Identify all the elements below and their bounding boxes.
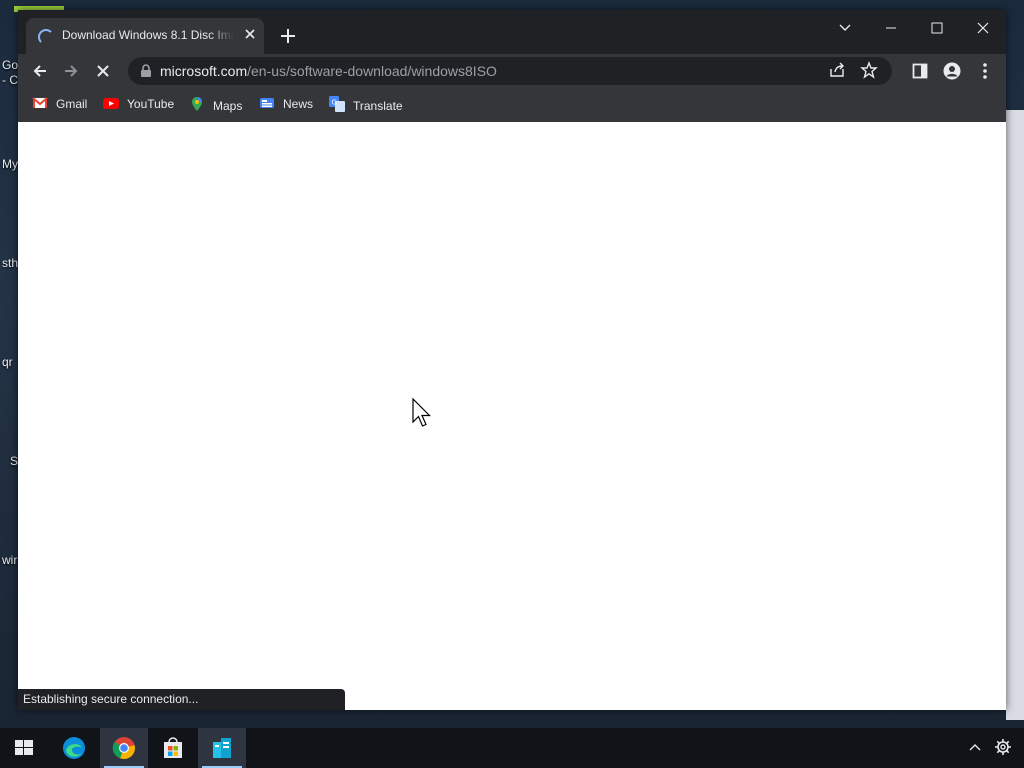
chevron-down-icon[interactable] — [825, 14, 865, 42]
bookmark-label: Gmail — [56, 97, 88, 111]
bookmark-youtube[interactable]: YouTube — [103, 96, 174, 114]
desktop-label[interactable]: - C — [2, 73, 18, 87]
side-panel-icon[interactable] — [908, 59, 932, 83]
desktop-label[interactable]: Go — [2, 58, 18, 72]
bookmark-translate[interactable]: G Translate — [329, 96, 403, 114]
maps-icon — [189, 96, 205, 111]
bookmark-label: Translate — [353, 99, 403, 113]
store-icon[interactable] — [149, 728, 197, 768]
kebab-menu-icon[interactable] — [973, 59, 997, 83]
bookmark-gmail[interactable]: Gmail — [32, 96, 87, 114]
minimize-icon[interactable] — [871, 14, 911, 42]
browser-toolbar: microsoft.com/en-us/software-download/wi… — [18, 54, 1006, 88]
edge-icon[interactable] — [50, 728, 98, 768]
profile-icon[interactable] — [940, 59, 964, 83]
desktop-label[interactable]: wir — [2, 553, 17, 567]
tab-title: Download Windows 8.1 Disc Image (ISO Fil… — [62, 28, 234, 42]
status-bubble: Establishing secure connection... — [18, 689, 345, 710]
browser-window: Download Windows 8.1 Disc Image (ISO Fil… — [18, 10, 1006, 710]
app-icon[interactable] — [198, 728, 246, 768]
chrome-icon[interactable] — [100, 728, 148, 768]
plus-icon[interactable] — [276, 24, 300, 48]
translate-icon: G — [329, 96, 345, 112]
bookmark-maps[interactable]: Maps — [189, 96, 242, 114]
back-arrow-icon[interactable] — [28, 59, 52, 83]
taskbar — [0, 728, 1024, 768]
bookmark-label: Maps — [213, 99, 243, 113]
desktop-label[interactable]: qr — [2, 355, 13, 369]
url-host: microsoft.com — [160, 63, 248, 79]
background-window-edge — [1006, 110, 1024, 720]
desktop-label[interactable]: sth — [2, 256, 18, 270]
url-path: /en-us/software-download/windows8ISO — [247, 63, 497, 79]
mouse-cursor-icon — [412, 397, 432, 435]
bookmark-label: YouTube — [127, 97, 175, 111]
share-icon[interactable] — [828, 61, 848, 81]
youtube-icon — [103, 96, 119, 110]
settings-icon[interactable] — [990, 728, 1016, 768]
gmail-icon — [32, 96, 48, 110]
lock-icon[interactable] — [140, 64, 152, 83]
loading-spinner-icon — [38, 29, 54, 45]
start-icon[interactable] — [0, 728, 48, 768]
bookmarks-bar: Gmail YouTube Maps News G Translate — [18, 88, 1006, 123]
address-bar[interactable]: microsoft.com/en-us/software-download/wi… — [128, 57, 892, 85]
browser-titlebar: Download Windows 8.1 Disc Image (ISO Fil… — [18, 10, 1006, 54]
bookmark-label: News — [283, 97, 314, 111]
star-icon[interactable] — [860, 61, 880, 81]
chevron-up-icon[interactable] — [962, 728, 988, 768]
url-text[interactable]: microsoft.com/en-us/software-download/wi… — [160, 63, 497, 79]
desktop-label[interactable]: My — [2, 157, 18, 171]
close-icon[interactable] — [963, 14, 1003, 42]
browser-tab[interactable]: Download Windows 8.1 Disc Image (ISO Fil… — [26, 18, 264, 54]
bookmark-news[interactable]: News — [259, 96, 313, 114]
svg-text:G: G — [332, 99, 337, 107]
stop-loading-icon[interactable] — [91, 59, 115, 83]
close-icon[interactable] — [242, 26, 258, 42]
forward-arrow-icon[interactable] — [59, 59, 83, 83]
news-icon — [259, 96, 275, 110]
maximize-icon[interactable] — [917, 14, 957, 42]
desktop-label[interactable]: S — [10, 454, 18, 468]
page-content[interactable] — [18, 122, 1006, 710]
